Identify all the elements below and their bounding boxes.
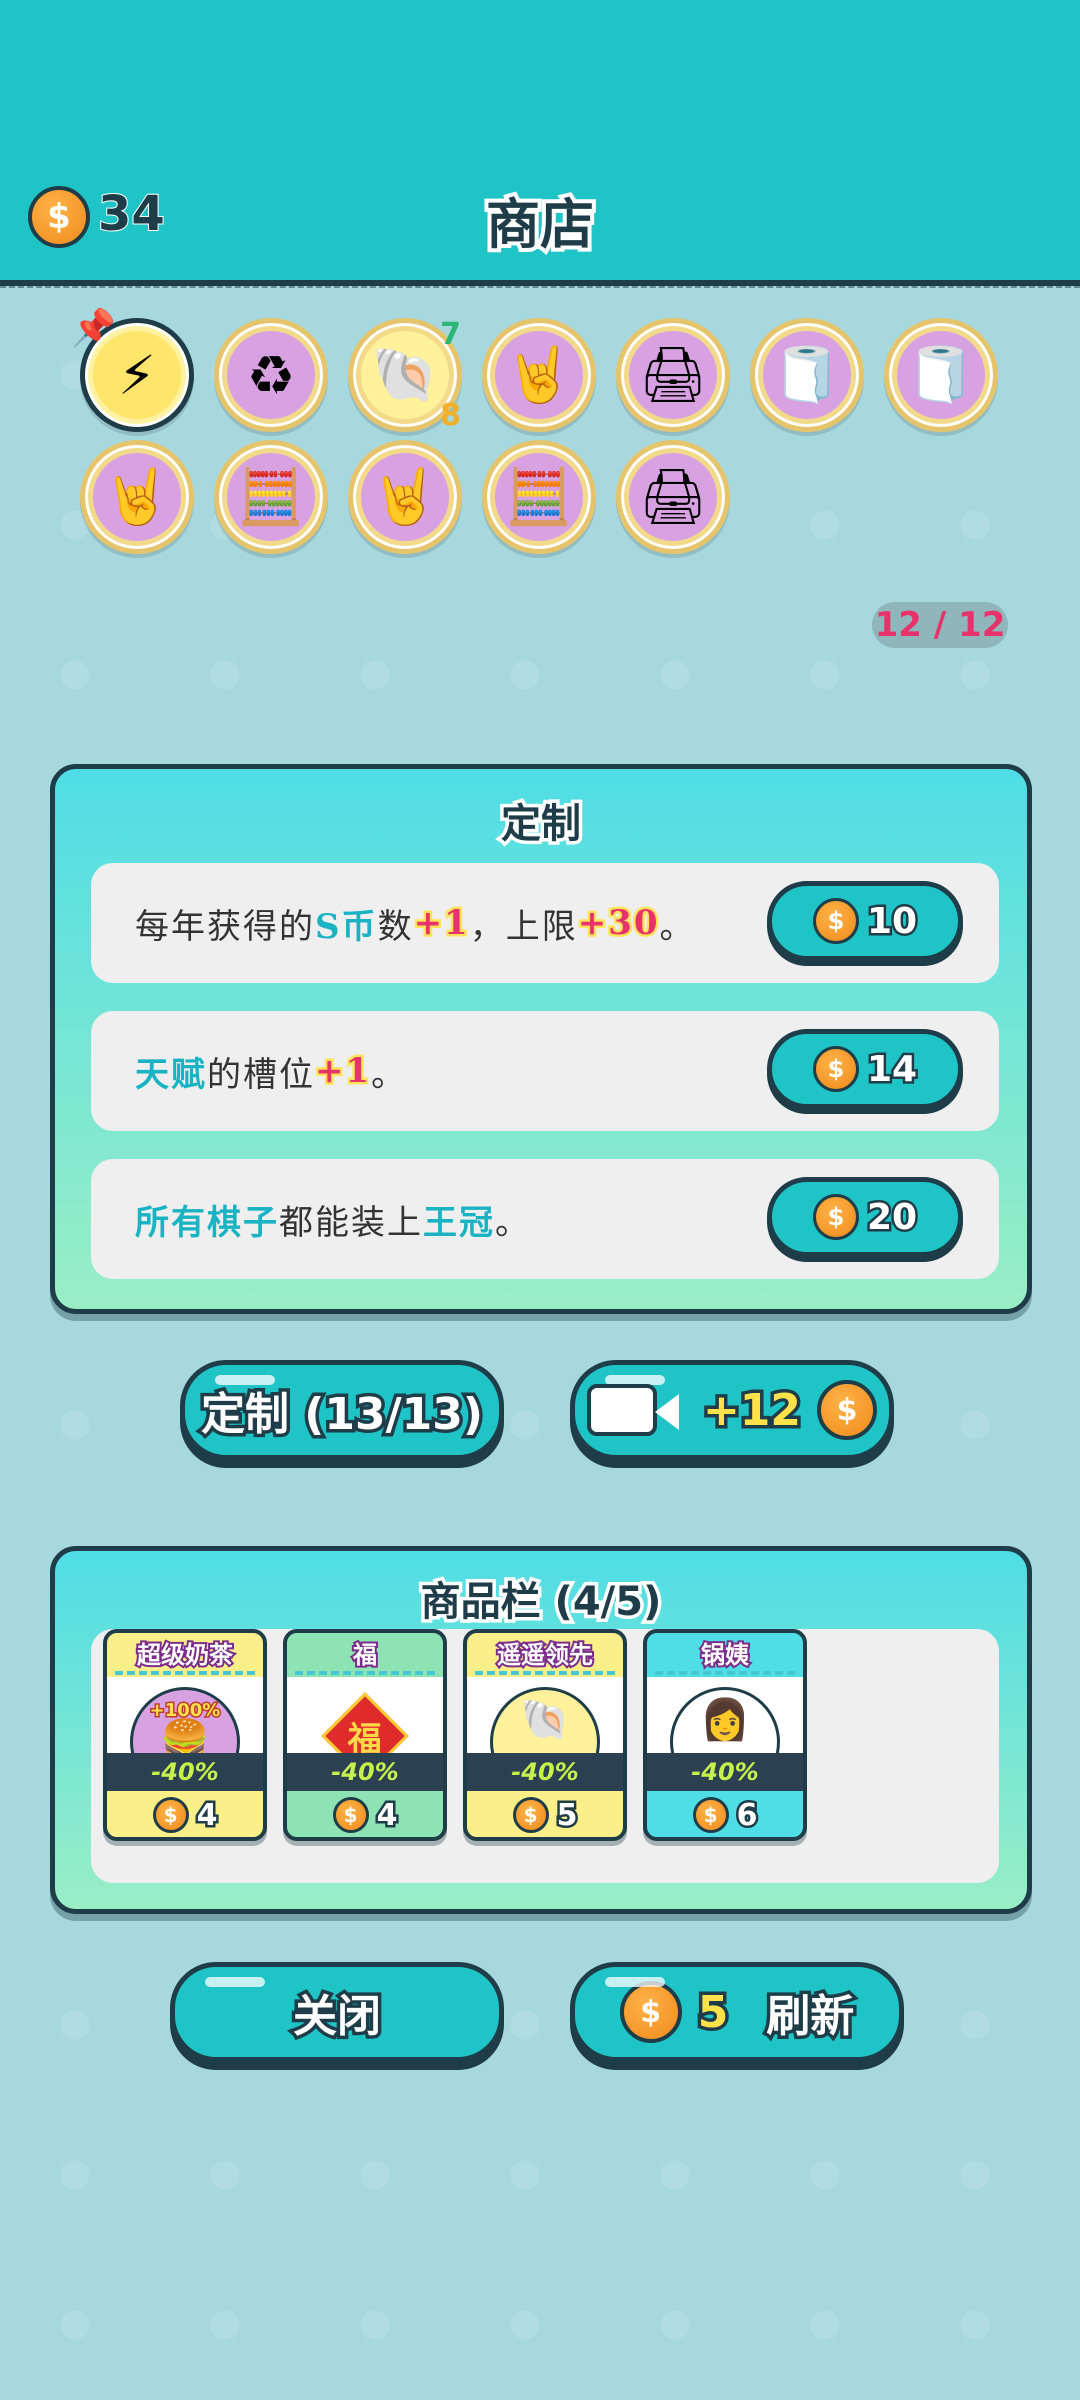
goods-price-value: 4 <box>374 1795 400 1835</box>
goods-card-icon: 👩 <box>700 1697 750 1743</box>
video-camera-icon <box>586 1384 679 1436</box>
math-head-icon: 🧮 <box>495 453 583 541</box>
recycle-icon: ♻ <box>227 331 315 419</box>
inventory-slot[interactable]: 🖨 <box>616 318 730 432</box>
printer-icon: 🖨 <box>629 453 717 541</box>
upgrade-price: 20 <box>864 1194 919 1240</box>
refresh-cost: 5 <box>694 1983 732 2041</box>
custom-count-label: 定制 (13/13) <box>197 1386 486 1444</box>
custom-panel-title: 定制 <box>498 798 585 851</box>
goods-card-art: 👩 <box>647 1677 803 1753</box>
rock-hand-icon: 🤘 <box>361 453 449 541</box>
tissue-box-icon: 🧻 <box>897 331 985 419</box>
discount-label: -40% <box>107 1753 263 1791</box>
inventory-slot[interactable]: 🧮 <box>214 440 328 554</box>
printer-icon: 🖨 <box>629 331 717 419</box>
goods-panel: 商品栏 (4/5) 超级奶茶 +100% 🍔 -40% $4 福福 -40% $4 遥遥领先 🐚 -… <box>50 1546 1032 1914</box>
custom-count-button[interactable]: 定制 (13/13) <box>180 1360 504 1460</box>
goods-card-name: 福 <box>351 1639 379 1671</box>
coin-icon: $ <box>512 1797 549 1833</box>
discount-label: -40% <box>647 1753 803 1791</box>
rock-hand-icon: 🤘 <box>495 331 583 419</box>
inventory-slot[interactable]: ⚡ 📌 <box>71 308 194 432</box>
coin-icon: $ <box>619 1981 682 2043</box>
page-title: 商店 <box>482 189 598 260</box>
close-button[interactable]: 关闭 <box>170 1962 504 2062</box>
goods-card-name: 超级奶茶 <box>135 1639 235 1671</box>
coin-icon: $ <box>817 1380 878 1440</box>
goods-price-value: 5 <box>554 1795 580 1835</box>
video-reward-label: +12 <box>699 1381 804 1439</box>
coin-icon: $ <box>812 898 859 944</box>
watch-video-button[interactable]: +12 $ <box>570 1360 894 1460</box>
slot-badge-top: 7 <box>440 317 461 352</box>
coin-icon: $ <box>152 1797 189 1833</box>
inventory-slot[interactable]: 🧻 <box>884 318 998 432</box>
math-head-icon: 🧮 <box>227 453 315 541</box>
refresh-label: 刷新 <box>763 1988 858 2046</box>
inventory-slot[interactable]: 🧻 <box>750 318 864 432</box>
fu-icon: 福 <box>348 1719 382 1754</box>
inventory-slot[interactable]: 🤘 <box>482 318 596 432</box>
custom-row-text: 每年获得的 S币数 +1 ，上限 +30。 <box>135 901 696 947</box>
goods-card-name: 锅姨 <box>699 1639 751 1671</box>
refresh-button[interactable]: $ 5 刷新 <box>570 1962 904 2062</box>
upgrade-price: 10 <box>864 898 919 944</box>
goods-card-art: 🐚 <box>467 1677 623 1753</box>
coin-icon: $ <box>332 1797 369 1833</box>
goods-card-art: +100% 🍔 <box>107 1677 263 1753</box>
goods-card-price: $6 <box>647 1791 803 1837</box>
inventory-slot[interactable]: ♻ <box>214 318 328 432</box>
custom-row: 每年获得的 S币数 +1 ，上限 +30。 $ 10 <box>91 863 999 983</box>
goods-card-price: $5 <box>467 1791 623 1837</box>
goods-card[interactable]: 锅姨 👩 -40% $6 <box>643 1629 807 1841</box>
custom-row: 天赋 的槽位 +1。 $ 14 <box>91 1011 999 1131</box>
goods-card-icon: 🐚 <box>520 1697 570 1743</box>
tissue-box-icon: 🧻 <box>763 331 851 419</box>
coin-icon: $ <box>812 1194 859 1240</box>
goods-card-art: 福 <box>287 1677 443 1753</box>
inventory-slot[interactable]: 🤘 <box>80 440 194 554</box>
inventory-slot[interactable]: 🐚 7 8 <box>348 317 462 433</box>
buy-upgrade-button[interactable]: $ 20 <box>767 1177 963 1257</box>
inventory-slot[interactable]: 🤘 <box>348 440 462 554</box>
goods-price-value: 4 <box>194 1795 220 1835</box>
goods-card-price: $4 <box>107 1791 263 1837</box>
goods-card[interactable]: 超级奶茶 +100% 🍔 -40% $4 <box>103 1629 267 1841</box>
close-label: 关闭 <box>290 1988 385 2046</box>
top-bar: $ 34 商店 <box>0 0 1080 288</box>
discount-label: -40% <box>467 1753 623 1791</box>
pin-icon: 📌 <box>71 308 116 349</box>
buy-upgrade-button[interactable]: $ 10 <box>767 881 963 961</box>
buy-upgrade-button[interactable]: $ 14 <box>767 1029 963 1109</box>
inventory-count: 12 / 12 <box>872 602 1008 648</box>
goods-card[interactable]: 福福 -40% $4 <box>283 1629 447 1841</box>
custom-row-text: 天赋 的槽位 +1。 <box>135 1049 408 1095</box>
slot-badge-bottom: 8 <box>440 398 461 433</box>
discount-label: -40% <box>287 1753 443 1791</box>
goods-price-value: 6 <box>734 1795 760 1835</box>
goods-card-name: 遥遥领先 <box>495 1639 595 1671</box>
coin-icon: $ <box>692 1797 729 1833</box>
inventory-slot[interactable]: 🧮 <box>482 440 596 554</box>
custom-panel: 定制 每年获得的 S币数 +1 ，上限 +30。 $ 10 天赋 的槽位 +1。 $ 14 … <box>50 764 1032 1314</box>
inventory-slot[interactable]: 🖨 <box>616 440 730 554</box>
goods-card[interactable]: 遥遥领先 🐚 -40% $5 <box>463 1629 627 1841</box>
coin-icon: $ <box>812 1046 859 1092</box>
custom-row: 所有棋子 都能装上 王冠。 $ 20 <box>91 1159 999 1279</box>
goods-panel-title: 商品栏 (4/5) <box>417 1576 665 1629</box>
upgrade-price: 14 <box>864 1046 919 1092</box>
goods-card-icon: 🍔 <box>160 1718 210 1753</box>
custom-row-text: 所有棋子 都能装上 王冠。 <box>135 1202 531 1243</box>
goods-card-price: $4 <box>287 1791 443 1837</box>
shell-icon: 🐚 <box>361 331 449 419</box>
rock-hand-icon: 🤘 <box>93 453 181 541</box>
